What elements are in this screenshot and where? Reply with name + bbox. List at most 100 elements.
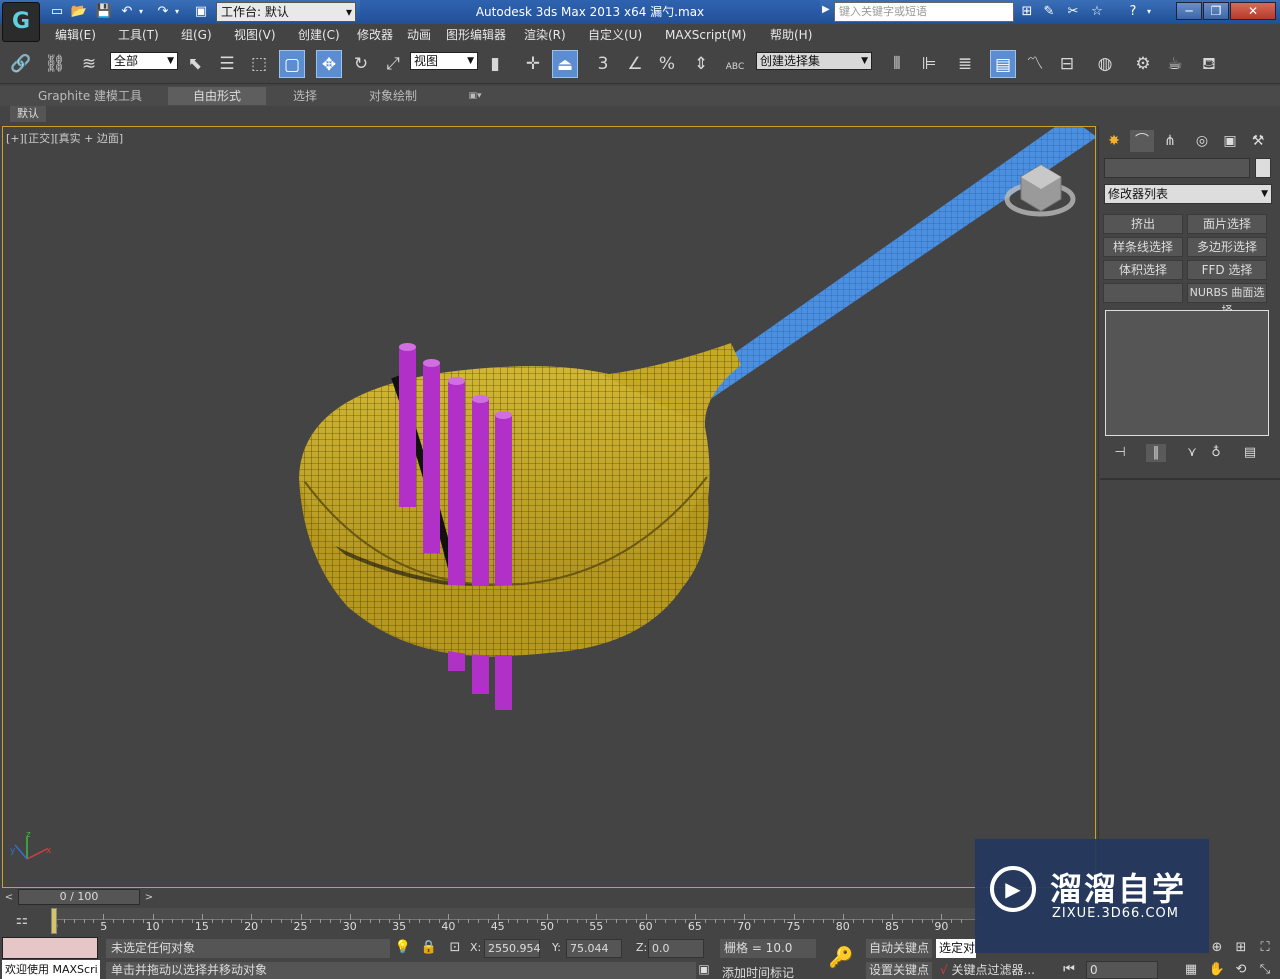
object-color-swatch[interactable] (1255, 158, 1271, 178)
make-unique-icon[interactable]: ⋎ (1182, 444, 1202, 462)
new-file-icon[interactable]: ▭ (48, 3, 66, 21)
go-to-start-icon[interactable]: ⏮ (1060, 962, 1078, 978)
ribbon-tab-selection[interactable]: 选择 (280, 87, 330, 105)
pin-stack-icon[interactable]: ⊣ (1110, 444, 1130, 462)
pivot-center-icon[interactable]: ▮ (482, 50, 508, 78)
patch-select-button[interactable]: 面片选择 (1187, 214, 1267, 234)
subscription-icon[interactable]: ✎ (1040, 3, 1058, 21)
extrude-button[interactable]: 挤出 (1103, 214, 1183, 234)
ribbon-default-label[interactable]: 默认 (10, 106, 46, 122)
key-icon[interactable]: 🔑 (826, 944, 856, 970)
orbit-icon[interactable]: ⟲ (1232, 962, 1250, 978)
search-input[interactable]: 键入关键字或短语 (834, 2, 1014, 22)
menu-views[interactable]: 视图(V) (234, 26, 276, 44)
modifier-list-dropdown[interactable]: 修改器列表 ▼ (1104, 184, 1272, 204)
modify-tab-icon[interactable]: ⌒ (1130, 130, 1154, 152)
restore-button[interactable]: ❐ (1203, 2, 1229, 20)
spinner-snap-icon[interactable]: ⇕ (688, 50, 714, 78)
binoculars-icon[interactable]: ⊞ (1018, 3, 1036, 21)
track-bar-filter-icon[interactable]: ⚏ (10, 912, 34, 930)
zoom-all-icon[interactable]: ⊞ (1232, 940, 1250, 956)
menu-tools[interactable]: 工具(T) (118, 26, 159, 44)
render-production-icon[interactable]: ⛾ (1196, 50, 1222, 78)
redo-icon[interactable]: ↷ (154, 3, 172, 21)
motion-tab-icon[interactable]: ◎ (1190, 130, 1214, 152)
undo-dropdown-icon[interactable]: ▾ (136, 3, 146, 21)
mirror-icon[interactable]: ⫴ (884, 50, 910, 78)
pan-view-icon[interactable]: ✋ (1208, 962, 1226, 978)
ribbon-options-icon[interactable]: ▣▾ (462, 87, 488, 105)
redo-dropdown-icon[interactable]: ▾ (172, 3, 182, 21)
create-tab-icon[interactable]: ✸ (1102, 130, 1126, 152)
ribbon-tab-freeform[interactable]: 自由形式 (168, 87, 266, 105)
current-frame-field[interactable]: 0 (1086, 961, 1158, 979)
selection-lock-icon[interactable]: 🔒 (420, 939, 438, 957)
rectangular-selection-icon[interactable]: ⬚ (246, 50, 272, 78)
menu-modifiers[interactable]: 修改器 (357, 26, 393, 44)
time-cursor[interactable] (51, 908, 57, 934)
select-by-name-icon[interactable]: ☰ (214, 50, 240, 78)
window-crossing-icon[interactable]: ▢ (279, 50, 305, 78)
named-selection-dropdown[interactable]: 创建选择集 ▼ (756, 52, 872, 70)
zoom-icon[interactable]: ⊕ (1208, 940, 1226, 956)
selection-filter-dropdown[interactable]: 全部 ▼ (110, 52, 178, 70)
maxscript-welcome[interactable]: 欢迎使用 MAXScri (2, 960, 100, 979)
manipulate-icon[interactable]: ✛ (520, 50, 546, 78)
communication-icon[interactable]: ✂ (1064, 3, 1082, 21)
save-file-icon[interactable]: 💾 (95, 3, 113, 21)
material-editor-icon[interactable]: ◍ (1092, 50, 1118, 78)
perspective-viewport[interactable] (2, 126, 1096, 888)
volume-select-button[interactable]: 体积选择 (1103, 260, 1183, 280)
nurbs-surface-select-button[interactable]: NURBS 曲面选择 (1187, 283, 1267, 317)
snaps-toggle-icon[interactable]: 3 (590, 50, 616, 78)
ribbon-tab-object-paint[interactable]: 对象绘制 (358, 87, 428, 105)
keyboard-shortcut-override-icon[interactable]: ⏏ (552, 50, 578, 78)
edit-named-selection-icon[interactable]: ABC (722, 50, 748, 78)
menu-animation[interactable]: 动画 (407, 26, 431, 44)
percent-snap-icon[interactable]: % (654, 50, 680, 78)
angle-snap-icon[interactable]: ∠ (622, 50, 648, 78)
spline-select-button[interactable]: 样条线选择 (1103, 237, 1183, 257)
minimize-button[interactable]: ─ (1176, 2, 1202, 20)
bind-space-warp-icon[interactable]: ≋ (76, 50, 102, 78)
select-object-icon[interactable]: ⬉ (182, 50, 208, 78)
graphite-toggle-icon[interactable]: ▤ (990, 50, 1016, 78)
utilities-tab-icon[interactable]: ⚒ (1246, 130, 1270, 152)
ffd-select-button[interactable]: FFD 选择 (1187, 260, 1267, 280)
app-logo-button[interactable]: G (2, 2, 40, 42)
favorites-star-icon[interactable]: ☆ (1088, 3, 1106, 21)
key-filters-button[interactable]: √ 关键点过滤器... (940, 962, 1048, 979)
time-prev-icon[interactable]: < (2, 890, 16, 905)
add-time-tag[interactable]: 添加时间标记 (722, 964, 794, 979)
ribbon-tab-graphite[interactable]: Graphite 建模工具 (30, 87, 150, 105)
menu-customize[interactable]: 自定义(U) (588, 26, 642, 44)
field-of-view-icon[interactable]: ▦ (1182, 962, 1200, 978)
auto-key-button[interactable]: 自动关键点 (866, 939, 932, 958)
y-coordinate-field[interactable]: 75.044 (566, 939, 622, 958)
isolate-selection-icon[interactable]: 💡 (394, 939, 412, 957)
object-name-field[interactable] (1104, 158, 1250, 178)
help-dropdown-icon[interactable]: ▾ (1144, 3, 1154, 21)
x-coordinate-field[interactable]: 2550.954 (484, 939, 541, 958)
time-slider-thumb[interactable]: 0 / 100 (18, 889, 140, 905)
chevron-right-icon[interactable]: ▶ (822, 4, 830, 15)
schematic-view-icon[interactable]: ⊟ (1054, 50, 1080, 78)
link-icon[interactable]: 🔗 (8, 50, 34, 78)
unlink-icon[interactable]: ⛓ (42, 50, 68, 78)
reference-coordinate-dropdown[interactable]: 视图 ▼ (410, 52, 478, 70)
curve-editor-icon[interactable]: 〽 (1022, 50, 1048, 78)
menu-group[interactable]: 组(G) (181, 26, 212, 44)
configure-modifier-sets-icon[interactable]: ▤ (1240, 444, 1260, 462)
select-scale-icon[interactable]: ⤢ (380, 50, 406, 78)
menu-rendering[interactable]: 渲染(R) (524, 26, 566, 44)
maximize-viewport-icon[interactable]: ⤡ (1256, 962, 1274, 978)
menu-help[interactable]: 帮助(H) (770, 26, 812, 44)
render-setup-icon[interactable]: ⚙ (1130, 50, 1156, 78)
time-next-icon[interactable]: > (142, 890, 156, 905)
workspace-selector[interactable]: 工作台: 默认 ▾ (216, 2, 356, 22)
project-folder-icon[interactable]: ▣ (192, 3, 210, 21)
time-tag-icon[interactable]: ▣ (694, 962, 714, 979)
help-icon[interactable]: ? (1124, 3, 1142, 21)
modifier-stack-list[interactable] (1105, 310, 1269, 436)
hierarchy-tab-icon[interactable]: ⋔ (1158, 130, 1182, 152)
